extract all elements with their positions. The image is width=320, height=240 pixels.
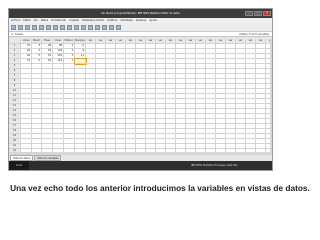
menu-item[interactable]: Gráficos (107, 18, 117, 23)
start-button[interactable]: Inicio (9, 161, 29, 170)
menu-item[interactable]: Ayuda (149, 18, 157, 23)
window-titlebar: Sin título1 [ConjuntoDatos0] - IBM SPSS … (9, 9, 272, 18)
processor-status: IBM SPSS Statistics Processor está listo (191, 164, 238, 167)
undo-icon[interactable] (39, 24, 44, 30)
menu-item[interactable]: Archivo (11, 18, 20, 23)
vertical-scrollbar[interactable] (270, 39, 272, 152)
select-cases-icon[interactable] (109, 24, 114, 30)
menu-item[interactable]: Editar (23, 18, 30, 23)
save-icon[interactable] (18, 24, 23, 30)
data-grid: Lotes Manzi Fresa Uvas Platano Naranja var var v… (9, 39, 272, 152)
find-icon[interactable] (74, 24, 79, 30)
menu-item[interactable]: Marketing directo (82, 18, 104, 23)
window-title: Sin título1 [ConjuntoDatos0] - IBM SPSS … (101, 12, 180, 15)
print-icon[interactable] (25, 24, 30, 30)
cell-reference-bar: 4 : Fresas Visible: 6 de 6 variables (9, 32, 272, 37)
minimize-button[interactable]: – (245, 11, 253, 16)
menu-item[interactable]: Ver (34, 18, 38, 23)
value-labels-icon[interactable] (116, 24, 121, 30)
menu-item[interactable]: Ventana (136, 18, 146, 23)
toolbar (9, 23, 272, 32)
maximize-button[interactable]: □ (254, 11, 262, 16)
insert-cases-icon[interactable] (81, 24, 86, 30)
variables-icon[interactable] (67, 24, 72, 30)
slide-caption: Una vez echo todo los anterior introduci… (10, 183, 310, 193)
split-file-icon[interactable] (95, 24, 100, 30)
weight-cases-icon[interactable] (102, 24, 107, 30)
insert-variable-icon[interactable] (88, 24, 93, 30)
close-button[interactable]: × (263, 11, 271, 16)
spss-screenshot: Sin título1 [ConjuntoDatos0] - IBM SPSS … (8, 8, 273, 171)
dialog-recall-icon[interactable] (32, 24, 37, 30)
goto-case-icon[interactable] (53, 24, 58, 30)
menu-item[interactable]: Transformar (51, 18, 66, 23)
menu-item[interactable]: Datos (41, 18, 48, 23)
cell-reference: 4 : Fresas (11, 33, 23, 36)
redo-icon[interactable] (46, 24, 51, 30)
menu-item[interactable]: Analizar (69, 18, 79, 23)
menu-item[interactable]: Utilidades (120, 18, 132, 23)
visible-variables-count: Visible: 6 de 6 variables (239, 33, 269, 36)
open-icon[interactable] (11, 24, 16, 30)
goto-variable-icon[interactable] (60, 24, 65, 30)
status-bar: Inicio IBM SPSS Statistics Processor est… (9, 161, 272, 170)
